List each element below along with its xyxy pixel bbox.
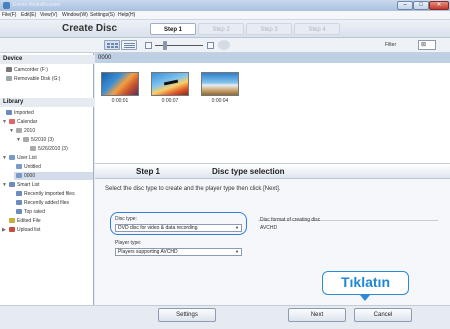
window-titlebar: Everio MediaBrowser – □ ✕: [0, 0, 450, 11]
sidebar: Device Camcorder (F:) Removable Disk (G:…: [0, 53, 94, 315]
removable-disk-icon: [6, 76, 12, 82]
edited-file-icon: [9, 218, 15, 224]
panel-header: Step 1 Disc type selection: [95, 164, 450, 179]
minimize-button[interactable]: –: [397, 1, 413, 10]
window-title: Everio MediaBrowser: [13, 2, 61, 8]
sidebar-item-removable-disk[interactable]: Removable Disk (G:): [6, 75, 60, 83]
user-list-icon: [9, 155, 15, 161]
player-type-select[interactable]: Players supporting AVCHD ▼: [115, 248, 242, 256]
chevron-down-icon: ▼: [235, 249, 239, 254]
video-thumbnail-label: 0:00:07: [161, 98, 179, 104]
step-1-tab: Step 1: [150, 23, 196, 35]
sidebar-item-upload-list[interactable]: Upload list: [9, 226, 40, 234]
upload-icon: [9, 227, 15, 233]
panel-step-label: Step 1: [136, 167, 161, 176]
slider-knob[interactable]: [163, 41, 167, 50]
settings-button[interactable]: Settings: [158, 308, 216, 322]
disc-type-select[interactable]: DVD disc for video & data recording ▼: [115, 224, 242, 232]
menu-view[interactable]: View(V): [40, 12, 57, 18]
calendar-year-icon: [16, 128, 22, 134]
calendar-icon: [9, 119, 15, 125]
sidebar-item-2010[interactable]: 2010: [16, 127, 35, 135]
video-thumbnail[interactable]: [101, 72, 139, 96]
list-view-button[interactable]: [121, 40, 137, 50]
menu-bar: File(F) Edit(E) View(V) Window(W) Settin…: [0, 11, 450, 20]
disc-format-label: Disc format of creating disc: [260, 217, 321, 223]
step-3-tab: Step 3: [246, 23, 292, 35]
next-button[interactable]: Next: [288, 308, 346, 322]
maximize-button[interactable]: □: [413, 1, 429, 10]
smart-list-icon: [16, 209, 22, 215]
player-type-label: Player type:: [115, 240, 142, 246]
app-icon: [3, 2, 10, 9]
sidebar-item-recently-imported[interactable]: Recently imported files: [16, 190, 75, 198]
sidebar-item-smart-list[interactable]: Smart List: [9, 181, 40, 189]
video-thumbnail[interactable]: [201, 72, 239, 96]
list-icon: [16, 173, 22, 179]
expand-2010-icon[interactable]: ▼: [9, 128, 14, 134]
small-thumbnail-icon: [145, 42, 152, 49]
menu-help[interactable]: Help(H): [118, 12, 135, 18]
folder-name-bar: 0000: [95, 53, 450, 63]
sidebar-item-month[interactable]: 5/2010 (3): [23, 136, 54, 144]
step-4-tab: Step 4: [294, 23, 340, 35]
calendar-day-icon: [30, 146, 36, 152]
sidebar-item-0000[interactable]: 0000: [14, 172, 93, 180]
imported-icon: [6, 110, 12, 116]
thumbnail-size-slider[interactable]: [145, 41, 215, 50]
thumbnail-view-button[interactable]: [104, 40, 120, 50]
media-content-area: 0000 0:00:01 0:00:07 0:00:04: [95, 53, 450, 163]
large-thumbnail-icon: [207, 42, 214, 49]
library-header: Library: [0, 98, 94, 107]
create-disc-header: Create Disc Step 1 Step 2 Step 3 Step 4: [0, 20, 450, 38]
video-thumbnail-label: 0:00:04: [211, 98, 229, 104]
device-header: Device: [0, 55, 94, 64]
expand-user-list-icon[interactable]: ▼: [2, 155, 7, 161]
chevron-down-icon: ▼: [235, 225, 239, 230]
sidebar-item-user-list[interactable]: User List: [9, 154, 37, 162]
sidebar-item-day[interactable]: 5/26/2010 (3): [30, 145, 68, 153]
menu-settings[interactable]: Settings(S): [90, 12, 115, 18]
instruction-text: Select the disc type to create and the p…: [105, 186, 281, 192]
list-icon: [16, 164, 22, 170]
sidebar-item-top-rated[interactable]: Top rated: [16, 208, 45, 216]
step-2-tab: Step 2: [198, 23, 244, 35]
close-button[interactable]: ✕: [429, 1, 449, 10]
disc-type-label: Disc type:: [115, 216, 137, 222]
disc-format-value: AVCHD: [260, 225, 278, 231]
sidebar-item-untitled[interactable]: Untitled: [16, 163, 41, 171]
disc-type-panel: Step 1 Disc type selection Select the di…: [95, 163, 450, 319]
smart-list-icon: [9, 182, 15, 188]
cancel-button[interactable]: Cancel: [354, 308, 412, 322]
expand-smart-list-icon[interactable]: ▼: [2, 182, 7, 188]
click-callout: Tıklatın: [322, 271, 409, 295]
sidebar-item-calendar[interactable]: Calendar: [9, 118, 37, 126]
sidebar-item-recently-added[interactable]: Recently added files: [16, 199, 69, 207]
menu-window[interactable]: Window(W): [62, 12, 88, 18]
bottom-bar: Settings Next Cancel: [0, 305, 450, 329]
sidebar-item-camcorder[interactable]: Camcorder (F:): [6, 66, 48, 74]
toolbar: Filter ⊠: [0, 38, 450, 53]
video-thumbnail[interactable]: [151, 72, 189, 96]
filter-label: Filter: [385, 42, 397, 48]
sidebar-item-imported[interactable]: Imported: [6, 109, 34, 117]
expand-upload-list-icon[interactable]: ▶: [2, 227, 6, 233]
sidebar-item-edited-file[interactable]: Edited File: [9, 217, 41, 225]
video-thumbnail-label: 0:00:01: [111, 98, 129, 104]
expand-month-icon[interactable]: ▼: [16, 137, 21, 143]
airplane-icon: [163, 79, 179, 86]
page-title: Create Disc: [62, 23, 118, 34]
smart-list-icon: [16, 200, 22, 206]
filter-dropdown[interactable]: ⊠: [418, 40, 436, 50]
calendar-month-icon: [23, 137, 29, 143]
disc-icon: [218, 40, 230, 50]
camcorder-icon: [6, 67, 12, 73]
menu-file[interactable]: File(F): [2, 12, 16, 18]
panel-title: Disc type selection: [212, 167, 285, 176]
smart-list-icon: [16, 191, 22, 197]
menu-edit[interactable]: Edit(E): [21, 12, 36, 18]
expand-calendar-icon[interactable]: ▼: [2, 119, 7, 125]
callout-pointer: [360, 295, 370, 301]
